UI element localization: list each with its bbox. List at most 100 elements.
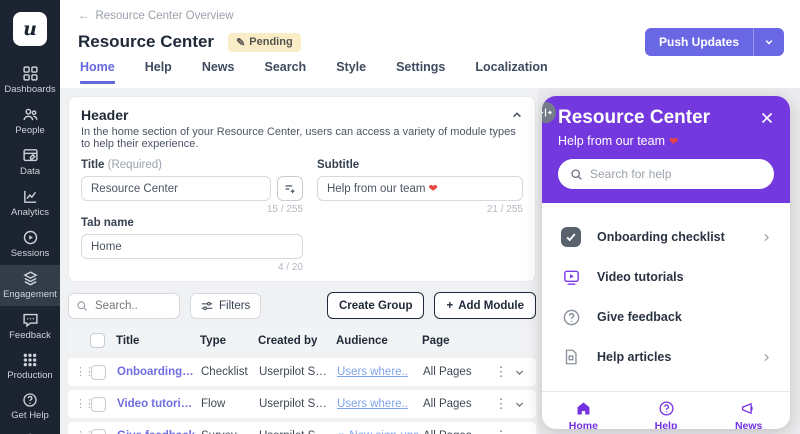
feedback-bubble-icon	[22, 311, 39, 328]
preview-title: Resource Center	[558, 107, 710, 129]
audience-link[interactable]: Users where..	[337, 366, 419, 378]
tab-home[interactable]: Home	[80, 60, 115, 84]
sidebar-item-get-help[interactable]: Get Help	[0, 387, 60, 427]
sessions-icon	[22, 229, 39, 246]
userpilot-logo[interactable]: u	[13, 12, 47, 46]
title-input[interactable]	[81, 176, 271, 201]
title-char-count: 15 / 255	[81, 204, 303, 215]
row-expand-button[interactable]	[509, 367, 529, 378]
filters-button[interactable]: Filters	[190, 293, 261, 319]
header-section-card: Header In the home section of your Resou…	[68, 96, 536, 282]
preview-nav-help[interactable]: Help	[625, 400, 708, 429]
audience-link[interactable]: New sign-ups	[337, 430, 419, 434]
analytics-icon	[22, 188, 39, 205]
megaphone-icon	[740, 400, 757, 417]
tab-name-char-count: 4 / 20	[81, 262, 303, 273]
table-row[interactable]: ⋮⋮ Video tutorials Flow Userpilot Sales …	[68, 390, 536, 418]
topbar: ← Resource Center Overview Resource Cent…	[60, 0, 800, 88]
row-checkbox[interactable]	[91, 397, 106, 412]
close-icon[interactable]	[760, 111, 774, 125]
push-updates-button[interactable]: Push Updates	[645, 28, 753, 56]
sidebar: u Dashboards People Data Analytics Sessi…	[0, 0, 60, 434]
row-menu-button[interactable]: ⋮	[493, 364, 509, 380]
module-title-link[interactable]: Video tutorials	[117, 398, 201, 410]
module-toolbar: Filters Create Group + Add Module	[68, 292, 536, 319]
chevron-right-icon	[761, 352, 772, 363]
page-title: Resource Center	[78, 32, 214, 52]
sidebar-item-data[interactable]: Data	[0, 142, 60, 183]
preview-nav-news[interactable]: News	[707, 400, 790, 429]
row-checkbox[interactable]	[91, 429, 106, 434]
module-title-link[interactable]: Give feedback	[117, 430, 201, 434]
back-link-label: Resource Center Overview	[96, 10, 234, 22]
tab-localization[interactable]: Localization	[475, 60, 547, 81]
checklist-icon	[561, 227, 581, 247]
push-updates-caret-button[interactable]	[753, 28, 784, 56]
preview-module-list: Onboarding checklist Video tutorials Giv…	[542, 203, 790, 391]
main-area: ← Resource Center Overview Resource Cent…	[60, 0, 800, 434]
pencil-icon: ✎	[236, 36, 245, 49]
data-icon	[22, 147, 39, 164]
select-all-checkbox[interactable]	[90, 333, 105, 348]
app-window: u Dashboards People Data Analytics Sessi…	[0, 0, 800, 434]
audience-link[interactable]: Users where..	[337, 398, 419, 410]
chevron-down-icon	[514, 367, 525, 378]
people-icon	[22, 106, 39, 123]
row-menu-button[interactable]: ⋮	[493, 396, 509, 412]
tab-help[interactable]: Help	[145, 60, 172, 81]
sidebar-item-dashboards[interactable]: Dashboards	[0, 60, 60, 101]
row-expand-button[interactable]	[509, 431, 529, 434]
row-checkbox[interactable]	[91, 365, 106, 380]
sidebar-item-people[interactable]: People	[0, 101, 60, 142]
tab-style[interactable]: Style	[336, 60, 366, 81]
sidebar-item-analytics[interactable]: Analytics	[0, 183, 60, 224]
preview-item-onboarding-checklist[interactable]: Onboarding checklist	[560, 217, 772, 257]
production-grid-icon	[22, 352, 38, 368]
preview-search-field[interactable]: Search for help	[558, 159, 774, 189]
preview-backdrop: Resource Center Help from our team ❤ Sea…	[538, 88, 800, 434]
add-module-button[interactable]: + Add Module	[434, 292, 536, 319]
row-menu-button[interactable]: ⋮	[493, 428, 509, 434]
sidebar-item-engagement[interactable]: Engagement	[0, 265, 60, 306]
module-title-link[interactable]: Onboarding check...	[117, 366, 201, 378]
create-group-button[interactable]: Create Group	[327, 292, 425, 319]
subtitle-input[interactable]: Help from our team ❤	[317, 176, 523, 201]
module-search	[68, 293, 180, 319]
help-circle-icon	[658, 400, 675, 417]
preview-nav-home[interactable]: Home	[542, 400, 625, 429]
preview-item-help-articles[interactable]: Help articles	[560, 337, 772, 377]
row-expand-button[interactable]	[509, 399, 529, 410]
tab-news[interactable]: News	[202, 60, 235, 81]
back-arrow-icon: ←	[78, 10, 90, 22]
subtitle-field-group: Subtitle Help from our team ❤ 21 / 255	[317, 159, 523, 215]
question-circle-icon	[560, 306, 582, 328]
tab-settings[interactable]: Settings	[396, 60, 445, 81]
section-title: Header	[81, 107, 128, 123]
preview-item-give-feedback[interactable]: Give feedback	[560, 297, 772, 337]
insert-variable-button[interactable]	[277, 176, 303, 201]
sidebar-item-production[interactable]: Production	[0, 347, 60, 387]
tab-name-input[interactable]	[81, 234, 303, 259]
status-badge: ✎ Pending	[228, 33, 301, 52]
content-area: Header In the home section of your Resou…	[60, 88, 800, 434]
heart-icon: ❤	[669, 135, 678, 148]
text-insert-icon	[284, 183, 296, 195]
drag-handle-icon[interactable]: ⋮⋮	[75, 367, 91, 377]
sidebar-item-configure[interactable]: Configure	[0, 427, 60, 434]
tab-search[interactable]: Search	[264, 60, 306, 81]
editor-pane: Header In the home section of your Resou…	[60, 88, 538, 434]
collapse-chevron-icon[interactable]	[511, 109, 523, 121]
sidebar-item-sessions[interactable]: Sessions	[0, 224, 60, 265]
chevron-down-icon	[764, 37, 774, 47]
table-row[interactable]: ⋮⋮ Give feedback Survey Userpilot Sales …	[68, 422, 536, 434]
horizontal-resize-icon	[542, 107, 552, 118]
breadcrumb-back[interactable]: ← Resource Center Overview	[78, 8, 784, 24]
video-icon	[560, 266, 582, 288]
sidebar-item-feedback[interactable]: Feedback	[0, 306, 60, 347]
preview-subtitle: Help from our team ❤	[558, 134, 774, 148]
preview-item-video-tutorials[interactable]: Video tutorials	[560, 257, 772, 297]
table-row[interactable]: ⋮⋮ Onboarding check... Checklist Userpil…	[68, 358, 536, 386]
search-icon	[76, 300, 88, 312]
tab-bar: Home Help News Search Style Settings Loc…	[78, 60, 784, 88]
drag-handle-icon[interactable]: ⋮⋮	[75, 399, 91, 409]
